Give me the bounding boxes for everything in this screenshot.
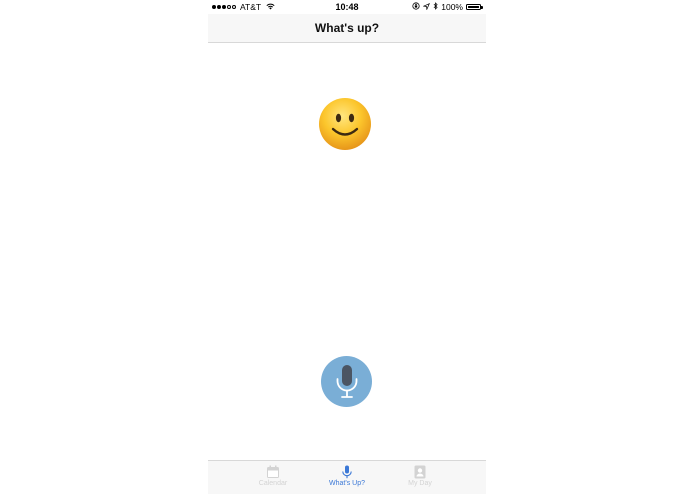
smiley-emoji-icon	[318, 97, 372, 151]
status-bar: AT&T 10:48 100%	[208, 0, 486, 14]
record-voice-button[interactable]	[321, 356, 372, 407]
tab-calendar[interactable]: Calendar	[238, 465, 308, 487]
tab-my-day[interactable]: My Day	[385, 465, 455, 487]
contact-card-icon	[414, 465, 426, 479]
battery-icon	[466, 4, 483, 10]
microphone-icon	[342, 465, 352, 479]
tab-label: My Day	[408, 480, 432, 487]
location-icon	[422, 2, 431, 12]
tab-whats-up[interactable]: What's Up?	[312, 465, 382, 487]
tab-label: What's Up?	[329, 480, 365, 487]
battery-level	[467, 5, 480, 9]
page-title: What's up?	[314, 21, 380, 35]
calendar-icon	[267, 465, 279, 478]
orientation-lock-icon	[412, 2, 420, 12]
phone-screen: AT&T 10:48 100% What's up? Calendar What…	[208, 0, 486, 494]
status-right: 100%	[412, 2, 483, 12]
tab-bar: Calendar What's Up? My Day	[208, 460, 486, 494]
bluetooth-icon	[433, 2, 438, 12]
tab-label: Calendar	[258, 480, 288, 487]
navigation-bar: What's up?	[208, 14, 486, 43]
battery-percent: 100%	[441, 2, 463, 12]
microphone-icon	[336, 364, 357, 398]
